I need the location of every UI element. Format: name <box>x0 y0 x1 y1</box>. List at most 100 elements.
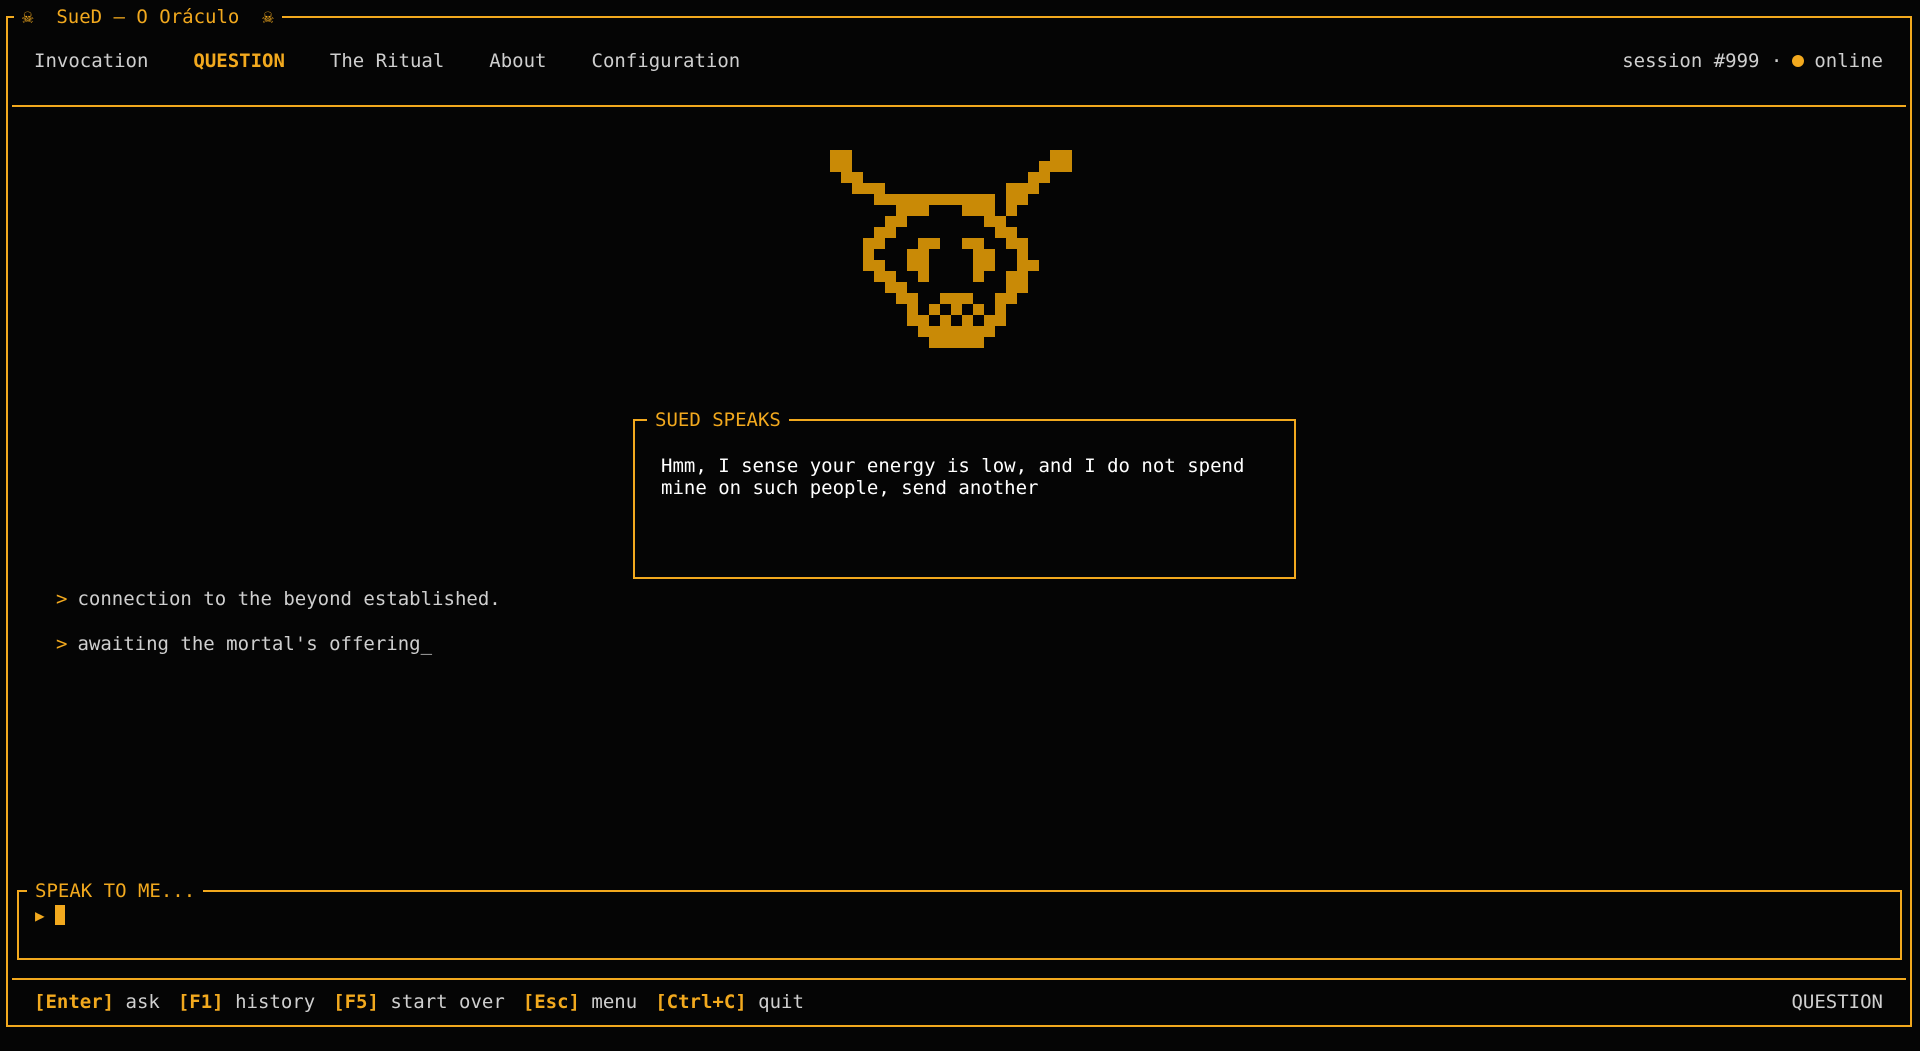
skull-pixel <box>951 304 962 315</box>
skull-icon: ☠ <box>22 6 34 28</box>
hint-desc: menu <box>591 991 638 1013</box>
skull-pixel <box>940 293 951 304</box>
skull-pixel <box>995 315 1006 326</box>
skull-pixel <box>1017 282 1028 293</box>
hint-desc: history <box>235 991 316 1013</box>
skull-pixel <box>885 271 896 282</box>
hint-key: [Esc] <box>522 991 580 1013</box>
skull-pixel <box>1017 238 1028 249</box>
skull-pixel <box>874 260 885 271</box>
status-dot-icon <box>1792 55 1805 67</box>
skull-pixel <box>1061 161 1072 172</box>
skull-pixel <box>1006 183 1017 194</box>
skull-pixel <box>984 249 995 260</box>
skull-pixel <box>918 249 929 260</box>
hint-key: [Ctrl+C] <box>655 991 747 1013</box>
skull-pixel <box>1017 271 1028 282</box>
window-title: ☠ SueD — O Oráculo ☠ <box>14 4 282 30</box>
skull-pixel <box>1039 172 1050 183</box>
skull-pixel <box>841 161 852 172</box>
window-title-text: SueD — O Oráculo <box>56 6 240 28</box>
log-text: connection to the beyond established. <box>77 588 501 610</box>
log-line: > connection to the beyond established. <box>56 586 501 631</box>
oracle-response-title: SUED SPEAKS <box>647 407 789 433</box>
skull-pixel <box>885 282 896 293</box>
hint-key: [Enter] <box>34 991 115 1013</box>
skull-pixel <box>1006 282 1017 293</box>
tab-question[interactable]: QUESTION <box>193 50 285 72</box>
hint-enter[interactable]: [Enter] ask <box>34 991 160 1013</box>
skull-pixel <box>907 304 918 315</box>
question-input-panel: SPEAK TO ME... ▶ <box>17 878 1902 960</box>
skull-pixel <box>1006 205 1017 216</box>
skull-pixel <box>962 326 973 337</box>
skull-pixel <box>951 326 962 337</box>
top-nav: Invocation QUESTION The Ritual About Con… <box>34 46 785 76</box>
skull-pixel <box>1017 260 1028 271</box>
skull-pixel <box>929 326 940 337</box>
bull-skull-icon <box>830 150 1072 348</box>
skull-pixel <box>995 216 1006 227</box>
skull-pixel <box>951 293 962 304</box>
skull-pixel <box>1006 194 1017 205</box>
hint-ctrl-c[interactable]: [Ctrl+C] quit <box>655 991 804 1013</box>
skull-pixel <box>885 227 896 238</box>
skull-icon: ☠ <box>262 6 274 28</box>
skull-pixel <box>951 194 962 205</box>
skull-pixel <box>929 304 940 315</box>
skull-pixel <box>995 304 1006 315</box>
oracle-response-text: Hmm, I sense your energy is low, and I d… <box>661 455 1256 499</box>
skull-pixel <box>929 194 940 205</box>
skull-pixel <box>940 315 951 326</box>
skull-pixel <box>962 337 973 348</box>
skull-pixel <box>830 161 841 172</box>
skull-pixel <box>1028 260 1039 271</box>
skull-ascii-art <box>820 150 1120 395</box>
header-divider <box>12 105 1906 107</box>
question-input[interactable] <box>68 904 1769 926</box>
skull-pixel <box>1006 293 1017 304</box>
skull-pixel <box>907 249 918 260</box>
skull-pixel <box>951 337 962 348</box>
skull-pixel <box>962 238 973 249</box>
prompt-marker: > <box>56 588 68 610</box>
tab-about[interactable]: About <box>489 50 546 72</box>
skull-pixel <box>885 216 896 227</box>
prompt-marker: > <box>56 633 68 655</box>
session-status: session #999 · online <box>1622 46 1883 76</box>
skull-pixel <box>1006 271 1017 282</box>
skull-pixel <box>1006 238 1017 249</box>
skull-pixel <box>896 216 907 227</box>
hint-f5[interactable]: [F5] start over <box>333 991 505 1013</box>
skull-pixel <box>863 238 874 249</box>
skull-pixel <box>973 238 984 249</box>
skull-pixel <box>929 238 940 249</box>
skull-pixel <box>874 194 885 205</box>
hint-desc: start over <box>390 991 505 1013</box>
skull-pixel <box>1061 150 1072 161</box>
skull-pixel <box>918 260 929 271</box>
hint-f1[interactable]: [F1] history <box>178 991 315 1013</box>
skull-pixel <box>907 293 918 304</box>
skull-pixel <box>896 205 907 216</box>
skull-pixel <box>973 271 984 282</box>
skull-pixel <box>1028 183 1039 194</box>
keybinding-bar: [Enter] ask [F1] history [F5] start over… <box>34 989 822 1015</box>
skull-pixel <box>1050 161 1061 172</box>
skull-pixel <box>841 150 852 161</box>
tab-invocation[interactable]: Invocation <box>34 50 148 72</box>
skull-pixel <box>940 326 951 337</box>
session-id: session #999 · <box>1622 50 1783 72</box>
hint-esc[interactable]: [Esc] menu <box>523 991 637 1013</box>
tab-the-ritual[interactable]: The Ritual <box>330 50 444 72</box>
current-mode-label: QUESTION <box>1791 991 1883 1013</box>
skull-pixel <box>1050 150 1061 161</box>
skull-pixel <box>885 194 896 205</box>
skull-pixel <box>962 315 973 326</box>
skull-pixel <box>984 216 995 227</box>
skull-pixel <box>995 227 1006 238</box>
log-text: awaiting the mortal's offering_ <box>77 633 433 655</box>
skull-pixel <box>874 271 885 282</box>
skull-pixel <box>984 194 995 205</box>
tab-configuration[interactable]: Configuration <box>592 50 741 72</box>
